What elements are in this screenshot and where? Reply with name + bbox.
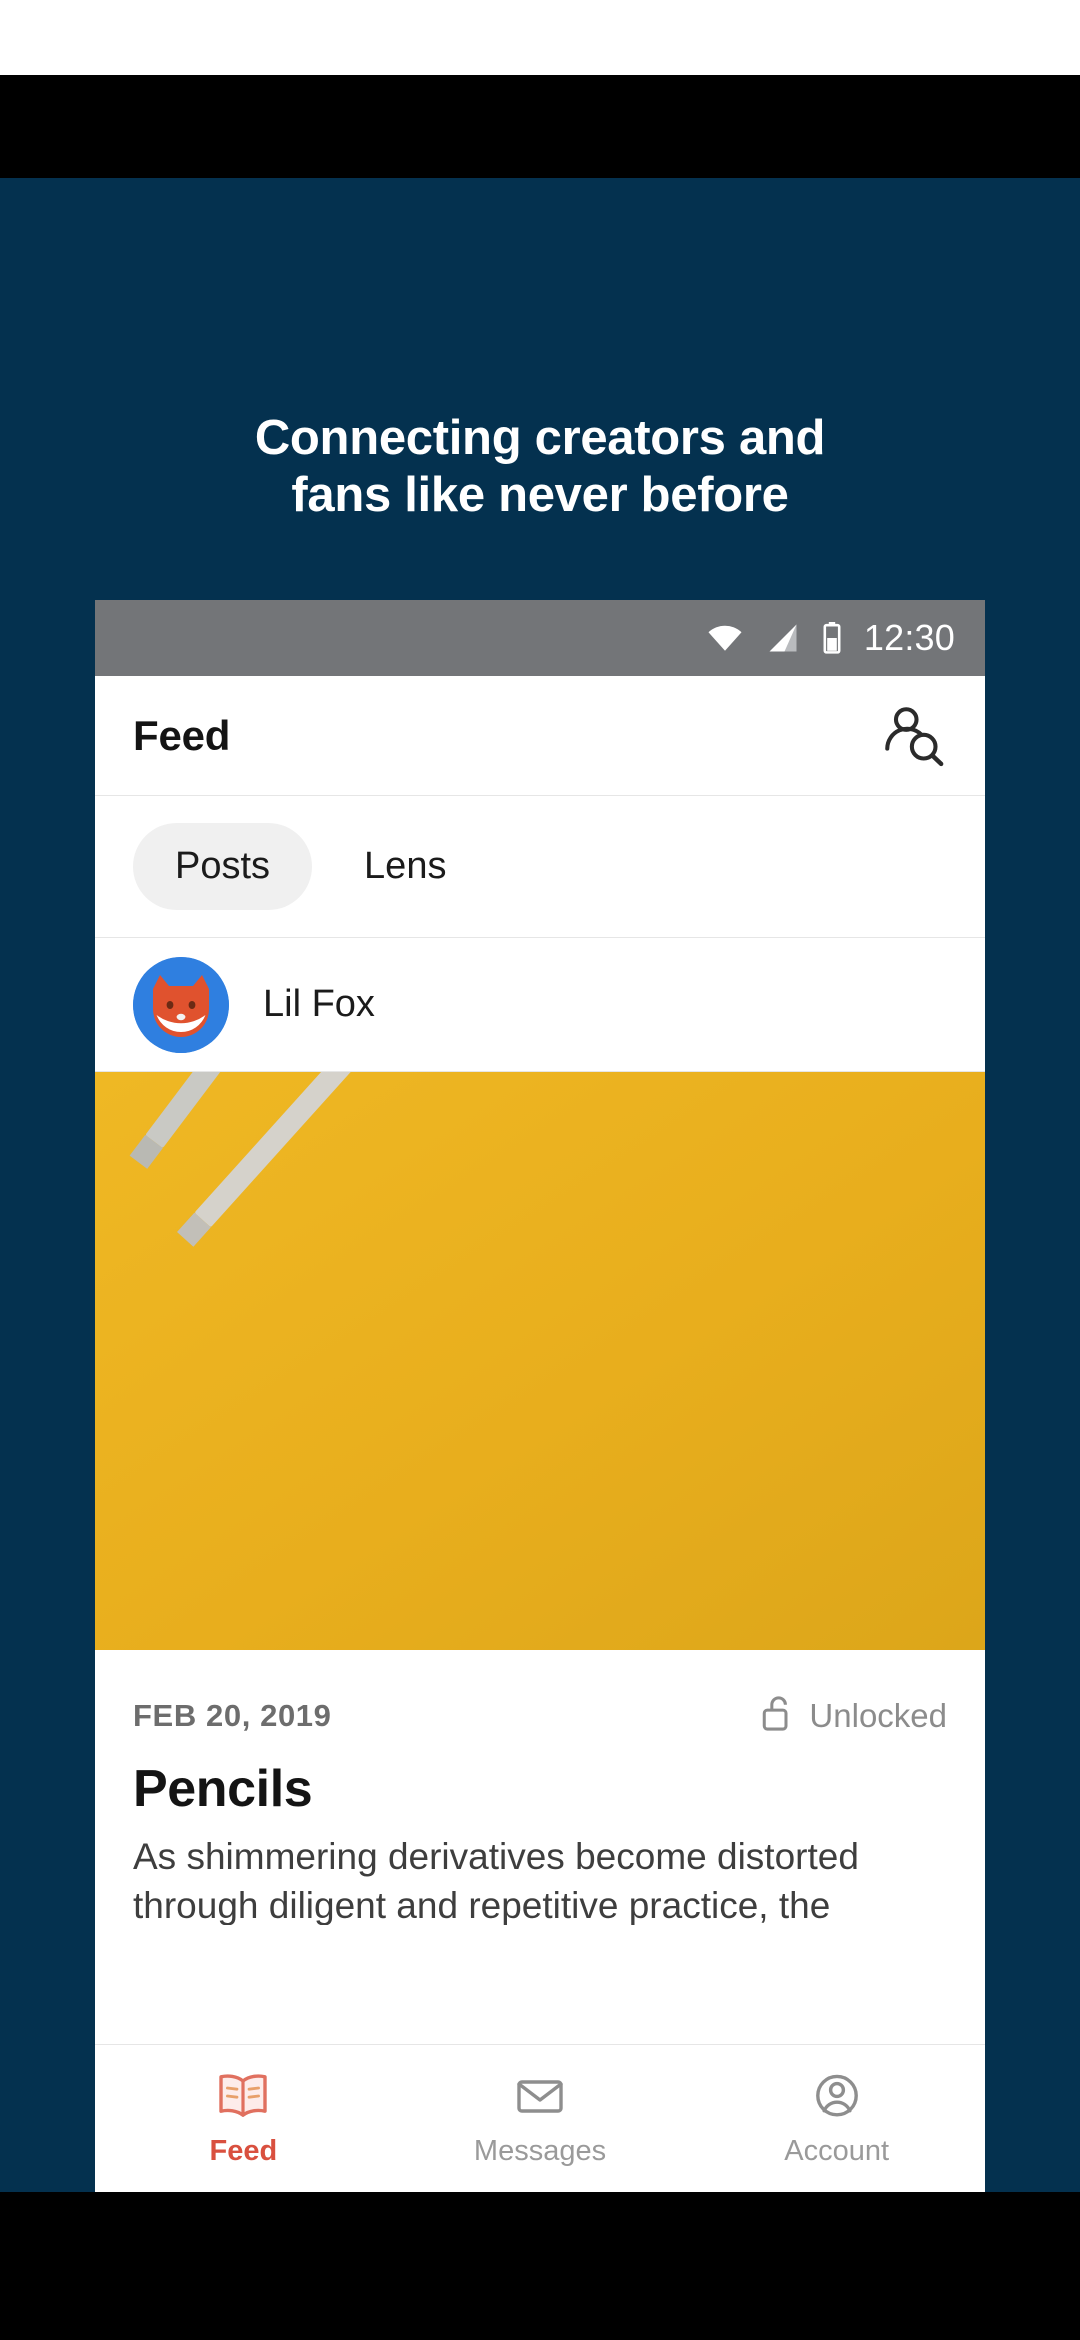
nav-label-messages: Messages [473,2134,607,2167]
feed-tabs: Posts Lens [95,796,985,938]
bottom-letterbox-bar [0,2192,1080,2340]
cellular-signal-icon [766,623,800,653]
top-letterbox-bar [0,75,1080,178]
fox-avatar[interactable] [133,956,229,1053]
post-body: As shimmering derivatives become distort… [95,1819,985,1925]
headline-line-2: fans like never before [291,468,789,523]
status-bar: 12:30 [95,600,985,676]
nav-label-account: Account [784,2134,890,2167]
nav-item-messages[interactable]: Messages [392,2070,689,2168]
open-book-icon [215,2070,271,2125]
post-meta: FEB 20, 2019 Unlocked [95,1650,985,1737]
promo-headline: Connecting creators and fans like never … [0,410,1080,525]
battery-icon [822,622,842,654]
phone-mockup: 12:30 Feed Posts Lens Lil Fox FEB 20, 20… [95,600,985,2192]
account-circle-icon [809,2070,865,2125]
status-bar-clock: 12:30 [863,617,955,658]
nav-item-feed[interactable]: Feed [95,2070,392,2168]
app-header: Feed [95,676,985,796]
post-author-row[interactable]: Lil Fox [95,938,985,1072]
play-store-screenshot: Connecting creators and fans like never … [0,0,1080,2340]
unlocked-label: Unlocked [809,1696,947,1734]
tab-posts[interactable]: Posts [133,823,313,910]
post-image[interactable] [95,1072,985,1650]
bottom-navigation: Feed Messages Account [95,2044,985,2192]
headline-line-1: Connecting creators and [254,411,826,465]
person-search-icon[interactable] [881,705,947,767]
tab-lens[interactable]: Lens [322,823,488,910]
author-name: Lil Fox [263,983,375,1025]
nav-label-feed: Feed [209,2134,278,2167]
unlocked-padlock-icon [762,1694,796,1737]
page-title: Feed [133,711,231,759]
wifi-icon [706,623,744,653]
post-date: FEB 20, 2019 [133,1697,332,1733]
top-white-band [0,0,1080,75]
envelope-icon [512,2070,568,2125]
status-badge: Unlocked [762,1694,947,1737]
post-title: Pencils [95,1737,985,1819]
nav-item-account[interactable]: Account [688,2070,985,2168]
